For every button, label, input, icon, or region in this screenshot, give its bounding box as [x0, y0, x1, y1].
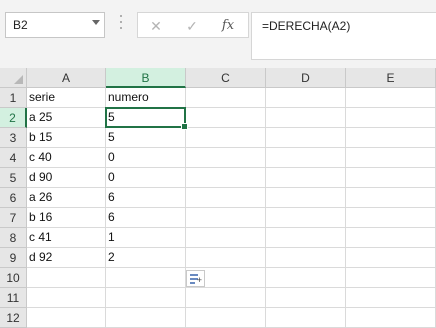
- cell-d7[interactable]: [266, 208, 346, 228]
- cell-a9[interactable]: d 92: [27, 248, 106, 268]
- row-header-3[interactable]: 3: [0, 128, 27, 148]
- cell-c9[interactable]: [186, 248, 266, 268]
- cell-e4[interactable]: [346, 148, 436, 168]
- cell-e2[interactable]: [346, 108, 436, 128]
- cell-a2[interactable]: a 25: [27, 108, 106, 128]
- select-all-button[interactable]: [0, 68, 27, 88]
- cell-e11[interactable]: [346, 288, 436, 308]
- column-header-d[interactable]: D: [266, 68, 346, 88]
- chevron-down-icon[interactable]: [92, 20, 100, 25]
- column-header-a[interactable]: A: [27, 68, 106, 88]
- cell-b1[interactable]: numero: [106, 88, 186, 108]
- cell-d9[interactable]: [266, 248, 346, 268]
- cell-c11[interactable]: [186, 288, 266, 308]
- cell-b5[interactable]: 0: [106, 168, 186, 188]
- formula-bar-area: B2 ✕ ✓ fx =DERECHA(A2): [0, 0, 436, 68]
- cell-e7[interactable]: [346, 208, 436, 228]
- cell-c12[interactable]: [186, 308, 266, 328]
- cell-d10[interactable]: [266, 268, 346, 288]
- cell-d12[interactable]: [266, 308, 346, 328]
- column-header-c[interactable]: C: [186, 68, 266, 88]
- row-header-1[interactable]: 1: [0, 88, 27, 108]
- row-header-12[interactable]: 12: [0, 308, 27, 328]
- row-header-6[interactable]: 6: [0, 188, 27, 208]
- cell-b2[interactable]: 5: [106, 108, 186, 128]
- cell-d8[interactable]: [266, 228, 346, 248]
- row-header-8[interactable]: 8: [0, 228, 27, 248]
- cell-c5[interactable]: [186, 168, 266, 188]
- cell-a3[interactable]: b 15: [27, 128, 106, 148]
- cell-a6[interactable]: a 26: [27, 188, 106, 208]
- column-header-e[interactable]: E: [346, 68, 436, 88]
- cell-a7[interactable]: b 16: [27, 208, 106, 228]
- cell-c3[interactable]: [186, 128, 266, 148]
- cell-a11[interactable]: [27, 288, 106, 308]
- cell-c7[interactable]: [186, 208, 266, 228]
- enter-icon[interactable]: ✓: [182, 16, 202, 36]
- cell-d5[interactable]: [266, 168, 346, 188]
- row-header-10[interactable]: 10: [0, 268, 27, 288]
- cell-b3[interactable]: 5: [106, 128, 186, 148]
- drag-handle-icon[interactable]: [120, 15, 123, 33]
- cell-b8[interactable]: 1: [106, 228, 186, 248]
- formula-buttons: ✕ ✓ fx: [137, 12, 249, 38]
- select-all-icon: [14, 75, 23, 84]
- formula-text[interactable]: =DERECHA(A2): [262, 19, 350, 33]
- cell-d2[interactable]: [266, 108, 346, 128]
- cell-c4[interactable]: [186, 148, 266, 168]
- cell-d1[interactable]: [266, 88, 346, 108]
- row-header-7[interactable]: 7: [0, 208, 27, 228]
- cell-b7[interactable]: 6: [106, 208, 186, 228]
- row-header-2[interactable]: 2: [0, 108, 27, 128]
- cell-b9[interactable]: 2: [106, 248, 186, 268]
- plus-icon: +: [196, 275, 202, 285]
- cell-a12[interactable]: [27, 308, 106, 328]
- cell-b12[interactable]: [106, 308, 186, 328]
- formula-input[interactable]: =DERECHA(A2): [251, 12, 436, 60]
- insert-function-icon[interactable]: fx: [218, 16, 238, 36]
- cell-d3[interactable]: [266, 128, 346, 148]
- cell-e12[interactable]: [346, 308, 436, 328]
- row-header-11[interactable]: 11: [0, 288, 27, 308]
- paste-options-button[interactable]: +: [186, 270, 205, 287]
- cell-b4[interactable]: 0: [106, 148, 186, 168]
- cell-e9[interactable]: [346, 248, 436, 268]
- cell-d6[interactable]: [266, 188, 346, 208]
- cell-b6[interactable]: 6: [106, 188, 186, 208]
- cell-a8[interactable]: c 41: [27, 228, 106, 248]
- cancel-icon[interactable]: ✕: [146, 16, 166, 36]
- cell-e3[interactable]: [346, 128, 436, 148]
- name-box-value[interactable]: B2: [13, 18, 28, 32]
- cell-a1[interactable]: serie: [27, 88, 106, 108]
- cell-c1[interactable]: [186, 88, 266, 108]
- cell-e5[interactable]: [346, 168, 436, 188]
- cell-a4[interactable]: c 40: [27, 148, 106, 168]
- cell-c6[interactable]: [186, 188, 266, 208]
- cell-a5[interactable]: d 90: [27, 168, 106, 188]
- name-box[interactable]: B2: [5, 12, 105, 38]
- cell-c2[interactable]: [186, 108, 266, 128]
- cell-d11[interactable]: [266, 288, 346, 308]
- cell-c8[interactable]: [186, 228, 266, 248]
- cell-d4[interactable]: [266, 148, 346, 168]
- row-header-5[interactable]: 5: [0, 168, 27, 188]
- cell-b11[interactable]: [106, 288, 186, 308]
- row-header-4[interactable]: 4: [0, 148, 27, 168]
- cell-b10[interactable]: [106, 268, 186, 288]
- cell-e6[interactable]: [346, 188, 436, 208]
- column-header-b[interactable]: B: [106, 68, 186, 88]
- spreadsheet-grid[interactable]: A B C D E 1 serie numero 2 a 25 5 3 b 15 5 4 c 40 0 5 d 90…: [0, 68, 436, 328]
- row-header-9[interactable]: 9: [0, 248, 27, 268]
- cell-e1[interactable]: [346, 88, 436, 108]
- cell-a10[interactable]: [27, 268, 106, 288]
- cell-e8[interactable]: [346, 228, 436, 248]
- cell-e10[interactable]: [346, 268, 436, 288]
